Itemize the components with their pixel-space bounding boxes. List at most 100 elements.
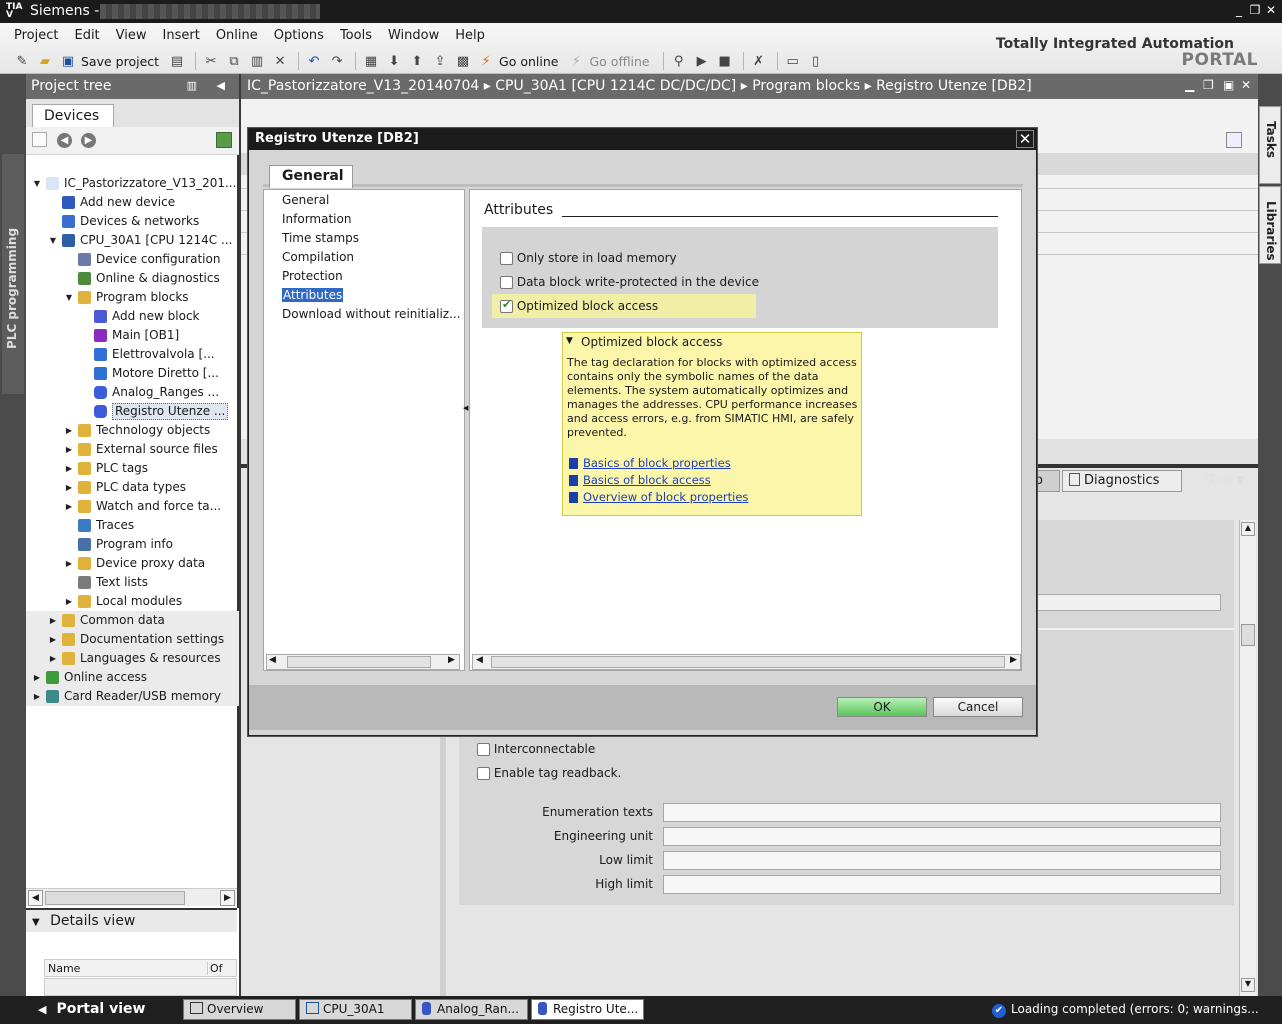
minimize-icon[interactable]: _ [1232,3,1246,17]
undo-icon[interactable]: ↶ [304,51,324,71]
scroll-thumb[interactable] [1241,624,1255,646]
tree-item[interactable]: ▶ PLC data types [26,478,239,497]
start-cpu-icon[interactable]: ▶ [692,51,712,71]
link-basics-block-properties[interactable]: Basics of block properties [583,456,731,470]
tree-item[interactable]: Traces [26,516,239,535]
chevron-down-icon[interactable]: ▼ [48,231,58,250]
tree-item[interactable]: ▶ Watch and force ta... [26,497,239,516]
minimize-editor-icon[interactable]: ▁ [1185,78,1194,92]
taskbar-item-analog-ranges[interactable]: Analog_Ran... [415,999,528,1020]
inspector-vertical-scrollbar[interactable]: ▲ ▼ [1239,520,1256,996]
tree-item[interactable]: ▶ Common data [26,611,239,630]
menu-window[interactable]: Window [380,28,447,46]
tree-item[interactable]: Device configuration [26,250,239,269]
help-link[interactable]: Basics of block properties [569,456,731,470]
cancel-button[interactable]: Cancel [933,697,1023,717]
engineering-unit-input[interactable] [663,827,1221,846]
cross-reference-icon[interactable]: ✗ [749,51,769,71]
menu-edit[interactable]: Edit [66,28,107,46]
menu-project[interactable]: Project [6,28,66,46]
scroll-down-icon[interactable]: ▼ [1241,978,1255,992]
tree-item[interactable]: ▼ CPU_30A1 [CPU 1214C ... [26,231,239,250]
dialog-close-icon[interactable]: ✕ [1016,130,1034,148]
tab-libraries[interactable]: Libraries [1259,186,1281,264]
tree-item[interactable]: ▶ Languages & resources [26,649,239,668]
tree-item[interactable]: ▶ Documentation settings [26,630,239,649]
chevron-right-icon[interactable]: ▶ [64,440,74,459]
simulation-icon[interactable]: ▩ [453,51,473,71]
menu-view[interactable]: View [108,28,155,46]
help-link[interactable]: Overview of block properties [569,490,748,504]
chevron-right-icon[interactable]: ▶ [48,630,58,649]
nav-general[interactable]: General [282,193,329,207]
tree-item[interactable]: ▼ Program blocks [26,288,239,307]
chevron-right-icon[interactable]: ▶ [64,554,74,573]
split-horizontal-icon[interactable]: ▭ [783,51,803,71]
go-offline-icon[interactable]: ⚡ [566,51,586,71]
interconnectable-option[interactable]: Interconnectable [477,742,595,756]
forward-icon[interactable]: ▶ [81,133,96,148]
tree-item[interactable]: ▶ Device proxy data [26,554,239,573]
scroll-right-icon[interactable]: ▶ [448,655,455,665]
tag-readback-option[interactable]: Enable tag readback. [477,766,621,780]
go-online-button[interactable]: Go online [499,54,558,69]
scroll-left-icon[interactable]: ◀ [28,890,43,906]
go-online-icon[interactable]: ⚡ [476,51,496,71]
compile-icon[interactable]: ▦ [361,51,381,71]
open-project-icon[interactable]: ▰ [35,51,55,71]
nav-information[interactable]: Information [282,212,351,226]
tree-item[interactable]: Motore Diretto [... [26,364,239,383]
help-link[interactable]: Basics of block access [569,473,711,487]
chevron-right-icon[interactable]: ▶ [64,459,74,478]
only-load-memory-option[interactable]: Only store in load memory [500,251,677,265]
device-view-icon[interactable] [216,132,232,148]
cut-icon[interactable]: ✂ [201,51,221,71]
ok-button[interactable]: OK [837,697,927,717]
tree-item[interactable]: ▶ PLC tags [26,459,239,478]
chevron-right-icon[interactable]: ▶ [48,611,58,630]
only-load-memory-checkbox[interactable] [500,252,513,265]
scroll-left-icon[interactable]: ◀ [269,655,276,665]
nav-compilation[interactable]: Compilation [282,250,354,264]
go-offline-button[interactable]: Go offline [589,54,649,69]
download-icon[interactable]: ⬇ [384,51,404,71]
close-editor-icon[interactable]: ✕ [1241,78,1251,92]
optimized-access-option[interactable]: Optimized block access [500,298,658,313]
tree-item[interactable]: Add new block [26,307,239,326]
nav-horizontal-scrollbar[interactable]: ◀ ▶ [266,654,460,670]
nav-attributes[interactable]: Attributes [282,288,344,302]
nav-download-without-reinitialization[interactable]: Download without reinitializ... [282,307,461,321]
new-project-icon[interactable]: ✎ [12,51,32,71]
menu-online[interactable]: Online [208,28,266,46]
menu-tools[interactable]: Tools [332,28,380,46]
scroll-right-icon[interactable]: ▶ [220,890,235,906]
chevron-right-icon[interactable]: ▶ [32,687,42,706]
tree-horizontal-scrollbar[interactable]: ◀ ▶ [26,888,237,906]
new-item-icon[interactable] [32,132,47,147]
scroll-thumb[interactable] [45,891,185,905]
taskbar-item-overview[interactable]: Overview [183,999,296,1020]
tree-item[interactable]: Analog_Ranges ... [26,383,239,402]
nav-protection[interactable]: Protection [282,269,343,283]
property-field-top[interactable] [1037,594,1221,611]
chevron-right-icon[interactable]: ▶ [64,592,74,611]
maximize-editor-icon[interactable]: ▣ [1223,78,1234,92]
taskbar-item-registro-utenze[interactable]: Registro Ute... [531,999,644,1020]
link-overview-block-properties[interactable]: Overview of block properties [583,490,748,504]
inspector-window-icons[interactable]: ❐▭▼ [1204,473,1251,486]
write-protected-checkbox[interactable] [500,276,513,289]
scroll-thumb[interactable] [491,656,1005,668]
taskbar-item-cpu[interactable]: CPU_30A1 [299,999,412,1020]
tree-item[interactable]: Program info [26,535,239,554]
back-icon[interactable]: ◀ [57,133,72,148]
chevron-right-icon[interactable]: ▶ [64,497,74,516]
tree-item[interactable]: Add new device [26,193,239,212]
enumeration-texts-input[interactable] [663,803,1221,822]
save-icon[interactable]: ▣ [58,51,78,71]
scroll-thumb[interactable] [287,656,431,668]
interconnectable-checkbox[interactable] [477,743,490,756]
chevron-right-icon[interactable]: ▶ [64,421,74,440]
plc-programming-tab[interactable]: PLC programming [2,154,24,394]
tab-diagnostics[interactable]: Diagnostics [1062,470,1182,492]
chevron-right-icon[interactable]: ▶ [64,478,74,497]
